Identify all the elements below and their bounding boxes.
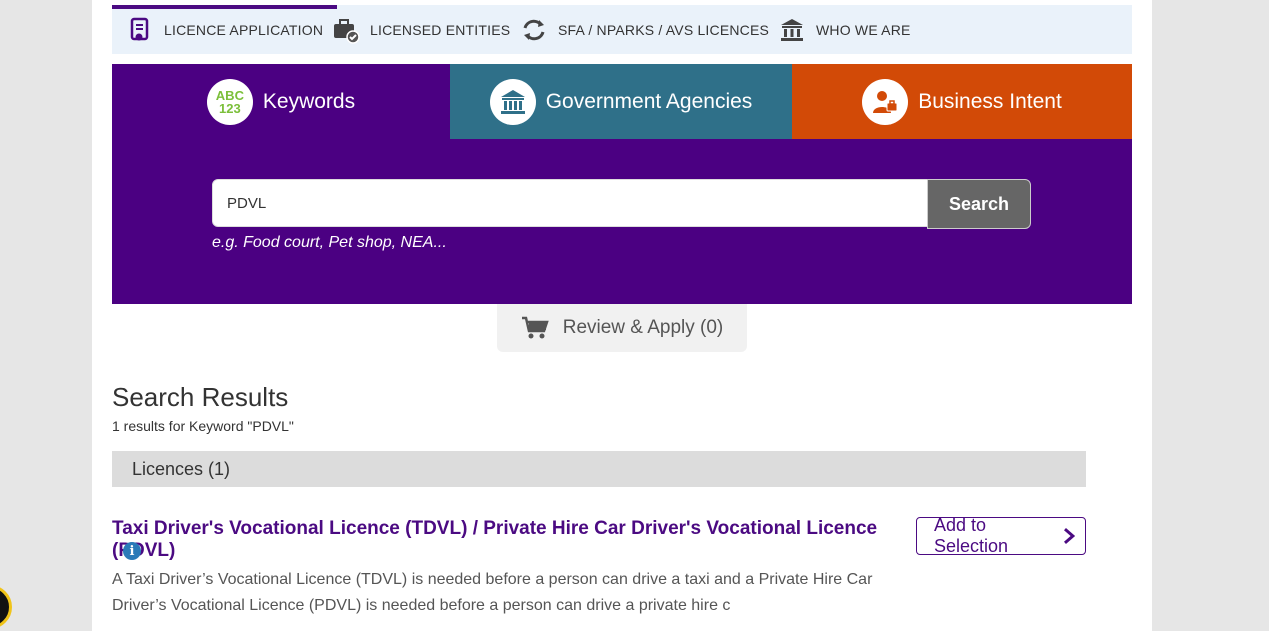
review-apply-label: Review & Apply (0) bbox=[562, 317, 724, 338]
section-label: Licences (1) bbox=[132, 458, 231, 479]
result-description: A Taxi Driver’s Vocational Licence (TDVL… bbox=[112, 571, 873, 614]
tab-business-label: Business Intent bbox=[918, 89, 1062, 113]
document-icon bbox=[126, 16, 154, 44]
abc-123-icon: ABC 123 bbox=[206, 78, 253, 125]
businessman-icon bbox=[862, 78, 909, 125]
briefcase-check-icon bbox=[332, 16, 360, 44]
tab-business-intent[interactable]: Business Intent bbox=[792, 64, 1132, 139]
chat-widget-button[interactable] bbox=[0, 585, 12, 629]
tab-licensed-entities[interactable]: LICENSED ENTITIES bbox=[332, 5, 510, 54]
result-title-link[interactable]: Taxi Driver's Vocational Licence (TDVL) … bbox=[112, 518, 912, 562]
sync-arrows-icon bbox=[520, 16, 548, 44]
results-title: Search Results bbox=[112, 382, 289, 412]
results-count: 1 results for Keyword "PDVL" bbox=[112, 418, 294, 434]
tab-government-label: Government Agencies bbox=[545, 89, 753, 113]
info-icon[interactable]: i bbox=[123, 542, 141, 560]
icon-text-bottom: 123 bbox=[219, 100, 241, 116]
chevron-right-icon bbox=[1064, 527, 1075, 545]
icon-text-top: ABC bbox=[215, 87, 244, 103]
tab-government-agencies[interactable]: Government Agencies bbox=[450, 64, 792, 139]
tab-keywords-label: Keywords bbox=[262, 89, 356, 113]
cart-icon bbox=[521, 316, 549, 339]
add-to-selection-label: Add to Selection bbox=[934, 515, 1009, 556]
tab-label: WHO WE ARE bbox=[816, 21, 911, 38]
add-to-selection-button[interactable]: Add to Selection bbox=[916, 515, 1086, 556]
tab-label: LICENCE APPLICATION bbox=[164, 21, 324, 38]
search-input[interactable] bbox=[213, 180, 927, 226]
building-icon bbox=[778, 16, 806, 44]
tab-keywords[interactable]: ABC 123 Keywords bbox=[112, 64, 450, 139]
search-box bbox=[212, 179, 928, 227]
licences-section-header[interactable]: Licences (1) bbox=[112, 451, 1086, 487]
tab-who-we-are[interactable]: WHO WE ARE bbox=[778, 5, 911, 54]
tab-label: LICENSED ENTITIES bbox=[370, 21, 511, 38]
review-apply-button[interactable]: Review & Apply (0) bbox=[497, 304, 747, 352]
search-panel: Search e.g. Food court, Pet shop, NEA... bbox=[112, 139, 1132, 304]
tab-label: SFA / NPARKS / AVS LICENCES bbox=[558, 21, 770, 38]
search-hint: e.g. Food court, Pet shop, NEA... bbox=[212, 234, 447, 251]
tab-licence-application[interactable]: LICENCE APPLICATION bbox=[112, 5, 338, 54]
tab-sfa-nparks-avs[interactable]: SFA / NPARKS / AVS LICENCES bbox=[520, 5, 769, 54]
top-navigation: LICENCE APPLICATION LICENSED ENTITIES SF… bbox=[112, 5, 1132, 54]
search-button[interactable]: Search bbox=[927, 179, 1031, 229]
government-building-icon bbox=[489, 78, 536, 125]
